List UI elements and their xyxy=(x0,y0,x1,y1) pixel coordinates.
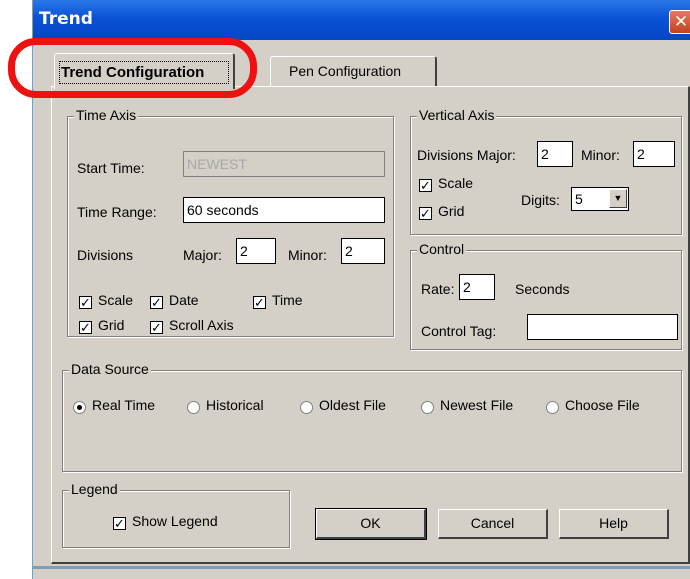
check-icon: ✓ xyxy=(420,206,431,221)
divisions-major-label: Divisions Major: xyxy=(417,147,516,163)
scroll-axis-checkbox[interactable]: ✓ xyxy=(150,321,163,334)
tab-panel: Time Axis Start Time: NEWEST Time Range:… xyxy=(51,86,690,564)
time-range-label: Time Range: xyxy=(77,204,157,220)
check-icon: ✓ xyxy=(420,178,431,193)
tab-trend-configuration[interactable]: Trend Configuration xyxy=(54,53,235,89)
tab-label: Pen Configuration xyxy=(289,63,402,79)
time-checkbox[interactable]: ✓ xyxy=(253,296,266,309)
vertical-major-field[interactable]: 2 xyxy=(537,141,573,167)
close-icon: ✕ xyxy=(673,12,689,31)
major-field[interactable]: 2 xyxy=(236,238,276,264)
tab-label: Trend Configuration xyxy=(61,64,205,81)
minor-label: Minor: xyxy=(288,247,327,263)
newest-file-label: Newest File xyxy=(440,397,514,413)
data-source-group: Data Source Real Time Historical Oldest … xyxy=(62,361,682,472)
check-icon: ✓ xyxy=(254,295,265,310)
divisions-label: Divisions xyxy=(77,247,134,263)
ok-button[interactable]: OK xyxy=(315,508,427,540)
control-group: Control Rate: 2 Seconds Control Tag: xyxy=(410,241,682,350)
real-time-radio[interactable] xyxy=(73,401,86,414)
major-label: Major: xyxy=(183,247,222,263)
check-icon: ✓ xyxy=(114,516,125,531)
vertical-minor-label: Minor: xyxy=(581,147,620,163)
date-checkbox[interactable]: ✓ xyxy=(150,296,163,309)
minor-field[interactable]: 2 xyxy=(341,238,385,264)
tab-pen-configuration[interactable]: Pen Configuration xyxy=(270,56,437,87)
trend-dialog: Trend ✕ Trend Configuration Pen Configur… xyxy=(32,0,690,579)
time-range-field[interactable]: 60 seconds xyxy=(183,197,385,223)
start-time-label: Start Time: xyxy=(77,160,145,176)
vertical-grid-label: Grid xyxy=(438,203,465,219)
control-tag-label: Control Tag: xyxy=(421,323,497,339)
digits-value: 5 xyxy=(575,191,583,207)
check-icon: ✓ xyxy=(80,320,91,335)
choose-file-radio[interactable] xyxy=(546,401,559,414)
start-time-field[interactable]: NEWEST xyxy=(183,151,385,177)
group-title: Control xyxy=(417,241,467,257)
check-icon: ✓ xyxy=(151,295,162,310)
grid-checkbox[interactable]: ✓ xyxy=(79,321,92,334)
digits-label: Digits: xyxy=(521,192,560,208)
rate-label: Rate: xyxy=(421,281,455,297)
real-time-label: Real Time xyxy=(92,397,156,413)
time-axis-group: Time Axis Start Time: NEWEST Time Range:… xyxy=(67,107,394,337)
group-title: Legend xyxy=(69,481,120,497)
vertical-axis-group: Vertical Axis Divisions Major: 2 Minor: … xyxy=(410,107,682,235)
historical-label: Historical xyxy=(206,397,264,413)
group-title: Vertical Axis xyxy=(417,107,497,123)
scroll-axis-label: Scroll Axis xyxy=(169,317,234,333)
close-button[interactable]: ✕ xyxy=(669,10,690,34)
newest-file-radio[interactable] xyxy=(421,401,434,414)
check-icon: ✓ xyxy=(151,320,162,335)
check-icon: ✓ xyxy=(80,295,91,310)
choose-file-label: Choose File xyxy=(565,397,640,413)
seconds-label: Seconds xyxy=(515,281,570,297)
group-title: Time Axis xyxy=(74,107,139,123)
cancel-button[interactable]: Cancel xyxy=(438,509,548,539)
historical-radio[interactable] xyxy=(187,401,200,414)
grid-label: Grid xyxy=(98,317,125,333)
control-tag-field[interactable] xyxy=(527,314,678,340)
digits-dropdown[interactable]: 5 ▼ xyxy=(571,187,629,211)
show-legend-checkbox[interactable]: ✓ xyxy=(113,517,126,530)
show-legend-label: Show Legend xyxy=(132,513,218,529)
title-bar[interactable]: Trend ✕ xyxy=(33,0,690,40)
chevron-down-icon[interactable]: ▼ xyxy=(609,189,627,208)
date-label: Date xyxy=(169,292,199,308)
window-border-bottom xyxy=(33,566,690,569)
help-button[interactable]: Help xyxy=(559,509,669,539)
vertical-minor-field[interactable]: 2 xyxy=(633,141,675,167)
vertical-scale-label: Scale xyxy=(438,175,474,191)
vertical-grid-checkbox[interactable]: ✓ xyxy=(419,207,432,220)
vertical-scale-checkbox[interactable]: ✓ xyxy=(419,179,432,192)
scale-checkbox[interactable]: ✓ xyxy=(79,296,92,309)
scale-label: Scale xyxy=(98,292,134,308)
rate-field[interactable]: 2 xyxy=(459,274,495,300)
oldest-file-radio[interactable] xyxy=(300,401,313,414)
time-label: Time xyxy=(272,292,303,308)
group-title: Data Source xyxy=(69,361,151,377)
oldest-file-label: Oldest File xyxy=(319,397,386,413)
legend-group: Legend ✓ Show Legend xyxy=(62,481,290,548)
window-title: Trend xyxy=(39,9,93,29)
